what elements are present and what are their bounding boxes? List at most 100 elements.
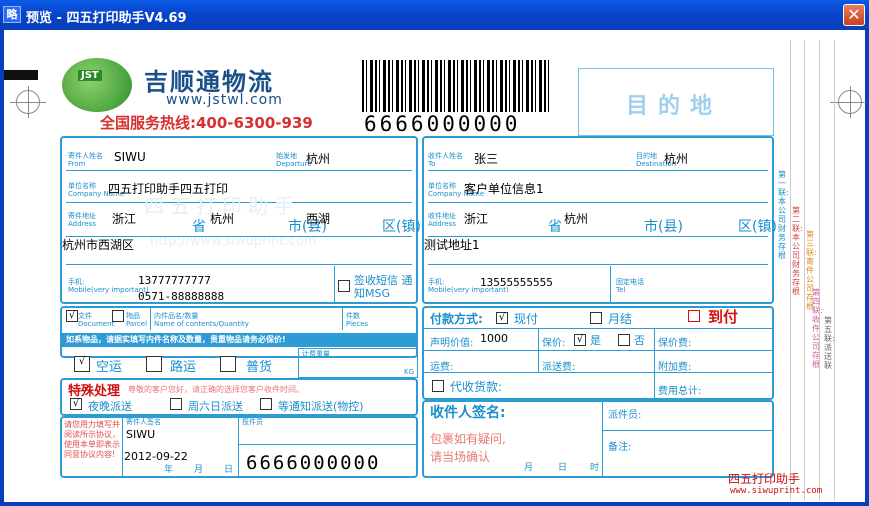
company-logo — [62, 58, 132, 112]
declared-label: 声明价值: — [430, 338, 474, 349]
receiver-mobile: 13555555555 — [480, 276, 553, 289]
air-label: 空运 — [96, 360, 123, 375]
receiver-note-1: 包裹如有疑问, — [430, 432, 506, 446]
parcel-label: 物品 Parcel — [126, 312, 148, 328]
receiver-company: 客户单位信息1 — [464, 182, 544, 196]
receiver-sign-label: 收件人签名: — [430, 405, 506, 421]
freight-label: 运费: — [430, 362, 454, 373]
window-title: 预览 - 四五打印助手V4.69 — [26, 11, 187, 26]
wait-notice-checkbox[interactable] — [260, 398, 272, 410]
receiver-name: 张三 — [474, 152, 499, 166]
sender-city: 杭州 — [210, 212, 235, 226]
barcode-image — [362, 60, 552, 112]
monthly-checkbox[interactable] — [590, 312, 602, 324]
receiver-note-2: 请当场确认 — [430, 450, 491, 464]
registration-bar — [4, 70, 38, 80]
sms-checkbox[interactable] — [338, 280, 350, 292]
insured-yes-label: 是 — [590, 334, 601, 347]
sender-sign: SIWU — [126, 428, 156, 441]
footer-url: www.siwuprint.com — [730, 486, 823, 496]
side-label-5: 第五联:派送联 — [824, 316, 835, 370]
weight-label: 计费重量 — [302, 350, 330, 358]
sender-phone-label: 手机: Mobile(very important) — [68, 278, 149, 294]
sender-mobile: 13777777777 — [138, 274, 211, 287]
window-frame-bottom — [0, 502, 869, 506]
parcel-checkbox[interactable] — [112, 310, 124, 322]
province-suffix: 省 — [192, 219, 206, 235]
receiver-tel-label: 固定电话 Tel — [616, 278, 644, 294]
sender-sign-label: 寄件人签名 — [126, 418, 161, 426]
side-label-1: 第一联:本公司财务存根 — [778, 170, 789, 260]
wait-notice-label: 等通知派送(物控) — [278, 400, 364, 413]
remark-label: 备注: — [608, 442, 632, 453]
receiver-dest: 杭州 — [664, 152, 689, 166]
receive-day: 日 — [558, 463, 568, 473]
sender-address-label: 寄件地址 Address — [68, 212, 96, 228]
night-label: 夜晚派送 — [88, 400, 132, 413]
total-label: 费用总计: — [658, 386, 702, 397]
agreement-notice: 请您用力填写并阅读所示协议，使用本单即表示同意协议内容! — [64, 420, 120, 459]
document-label: 文件 Document — [78, 312, 115, 328]
payment-label: 付款方式: — [430, 312, 483, 326]
normal-label: 普货 — [246, 360, 273, 375]
company-website: www.jstwl.com — [166, 92, 283, 108]
cod-label: 到付 — [708, 308, 739, 326]
bottom-barcode-number: 6666000000 — [246, 452, 381, 474]
night-checkbox[interactable]: √ — [70, 398, 82, 410]
receiver-city: 杭州 — [564, 212, 589, 226]
sender-province: 浙江 — [112, 212, 137, 226]
monthly-label: 月结 — [608, 312, 633, 326]
insured-no-checkbox[interactable] — [618, 334, 630, 346]
normal-checkbox[interactable] — [220, 356, 236, 372]
collect-checkbox[interactable] — [432, 380, 444, 392]
contents-label: 内件品名/数量 Name of contents/Quantity — [154, 312, 249, 328]
weight-unit: KG — [404, 368, 415, 376]
sign-date: 2012-09-22 — [124, 450, 188, 463]
destination-label: 目的地 — [626, 94, 723, 119]
road-checkbox[interactable] — [146, 356, 162, 372]
document-checkbox[interactable]: √ — [66, 310, 78, 322]
collect-label: 代收货款: — [450, 380, 503, 394]
sender-name: SIWU — [114, 150, 146, 164]
weekend-checkbox[interactable] — [170, 398, 182, 410]
district-suffix: 区(镇) — [382, 219, 421, 235]
receiver-address-label: 收件地址 Address — [428, 212, 456, 228]
footer-brand: 四五打印助手 — [728, 472, 801, 486]
extra-fee-label: 附加费: — [658, 362, 692, 373]
sender-origin: 杭州 — [306, 152, 331, 166]
receiver-city-suffix: 市(县) — [644, 219, 683, 235]
side-label-4: 第四联:收件公司存根 — [812, 288, 823, 369]
close-button[interactable]: ✕ — [843, 4, 865, 26]
insure-fee-label: 保价费: — [658, 338, 692, 349]
cod-checkbox[interactable] — [688, 310, 700, 322]
app-icon[interactable]: 略 — [3, 6, 21, 23]
receive-month: 月 — [524, 463, 534, 473]
special-note: 尊敬的客户您好，请正确的选择您客户收件时间。 — [128, 385, 304, 394]
sender-district: 西湖 — [306, 212, 331, 226]
sender-address-detail: 杭州市西湖区 — [62, 238, 135, 252]
receiver-district-suffix: 区(镇) — [738, 219, 777, 235]
receiver-address-detail: 测试地址1 — [424, 238, 480, 252]
courier-label: 派件员: — [608, 410, 642, 421]
road-label: 路运 — [170, 360, 197, 375]
sender-tel: 0571-88888888 — [138, 290, 225, 303]
side-label-2: 第二联:本公司财务存根 — [792, 206, 803, 296]
receiver-province: 浙江 — [464, 212, 489, 226]
air-checkbox[interactable]: √ — [74, 356, 90, 372]
logo-text: JST — [78, 70, 102, 81]
title-bar: 略 预览 - 四五打印助手V4.69 ✕ — [0, 0, 869, 30]
pieces-label: 件数 Pieces — [346, 312, 369, 328]
sms-label: 签收短信 通知MSG — [354, 274, 413, 300]
declared-value: 1000 — [480, 332, 508, 345]
cash-checkbox[interactable]: √ — [496, 312, 508, 324]
insured-yes-checkbox[interactable]: √ — [574, 334, 586, 346]
sign-month: 月 — [194, 465, 204, 475]
preview-canvas: JST 吉顺通物流 www.jstwl.com 全国服务热线:400-6300-… — [4, 30, 866, 502]
company-hotline: 全国服务热线:400-6300-939 — [100, 114, 313, 132]
barcode-number: 6666000000 — [364, 112, 521, 136]
insured-label: 保价: — [542, 338, 566, 349]
insured-no-label: 否 — [634, 334, 645, 347]
goods-notice-text: 如系物品，请据实填写内件名称及数量，贵重物品请务必保价! — [66, 335, 286, 344]
special-title: 特殊处理 — [68, 384, 121, 399]
sender-name-label: 寄件人姓名 From — [68, 152, 103, 168]
